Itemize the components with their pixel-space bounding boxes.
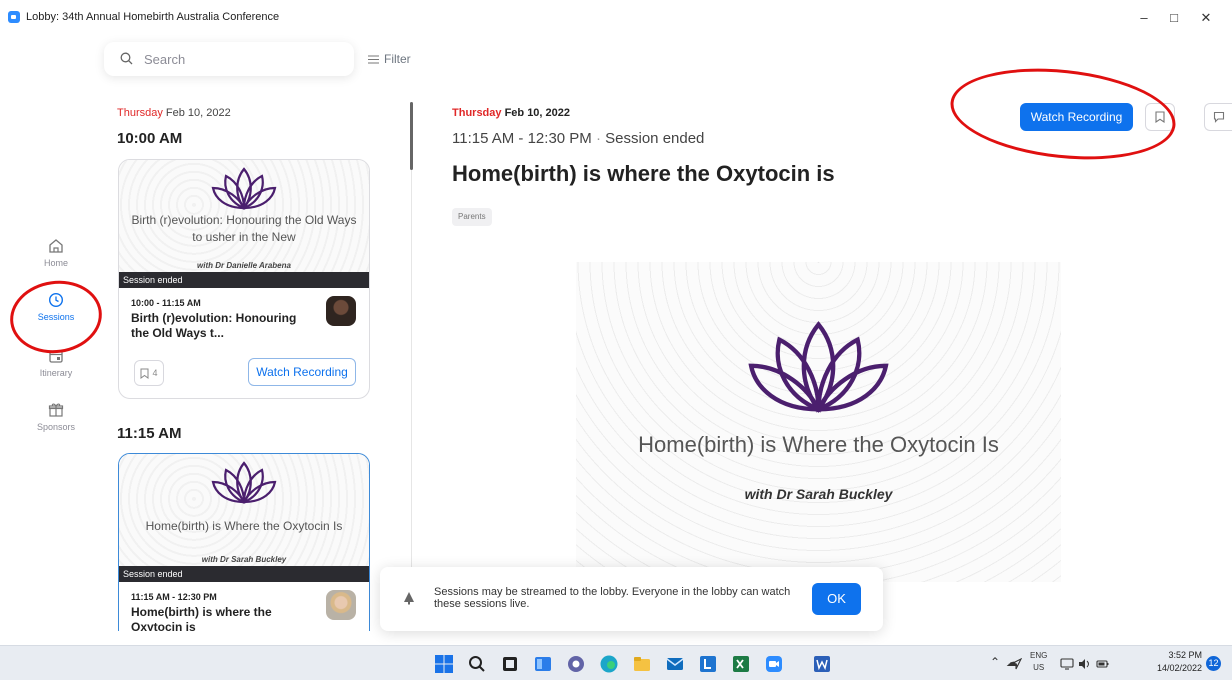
card-session-name: Home(birth) is where the Oxytocin is [131, 605, 272, 631]
network-icon[interactable] [1060, 657, 1074, 671]
filter-icon [368, 55, 379, 63]
taskbar-clock[interactable]: 3:52 PM 14/02/2022 [1152, 649, 1202, 675]
title-bar: Lobby: 34th Annual Homebirth Australia C… [0, 0, 1232, 36]
tray-chevron-icon[interactable]: ⌃ [990, 655, 1000, 669]
window-title: Lobby: 34th Annual Homebirth Australia C… [26, 11, 280, 23]
nav-label-sponsors: Sponsors [36, 422, 76, 432]
banner-speaker: with Dr Sarah Buckley [744, 486, 893, 502]
task-view-icon[interactable] [500, 654, 520, 674]
detail-day: Thursday [452, 107, 502, 119]
ok-button[interactable]: OK [812, 583, 861, 615]
speaker-avatar [326, 296, 356, 326]
home-icon [49, 239, 63, 253]
filter-label: Filter [384, 52, 411, 66]
card-body: 10:00 - 11:15 AM Birth (r)evolution: Hon… [119, 288, 369, 354]
filter-button[interactable]: Filter [368, 52, 411, 66]
detail-time: 11:15 AM - 12:30 PM [452, 130, 592, 147]
list-date-value: Feb 10, 2022 [165, 107, 231, 119]
list-day: Thursday [117, 107, 163, 119]
detail-status: Session ended [605, 130, 705, 147]
clock-date: 14/02/2022 [1156, 663, 1202, 673]
lotus-logo-icon [748, 321, 889, 413]
thumbnail-speaker: with Dr Danielle Arabena [197, 261, 291, 270]
list-date: Thursday Feb 10, 2022 [117, 107, 231, 119]
banner-title: Home(birth) is Where the Oxytocin Is [638, 432, 999, 457]
session-title: Home(birth) is where the Oxytocin is [452, 161, 835, 186]
volume-icon[interactable] [1078, 657, 1092, 671]
panel-divider [411, 170, 412, 630]
search-icon [120, 52, 133, 65]
thumbnail-speaker: with Dr Sarah Buckley [201, 555, 287, 564]
nav-item-sponsors[interactable]: Sponsors [30, 402, 82, 432]
detail-time-status: 11:15 AM - 12:30 PM · Session ended [452, 130, 704, 147]
close-button[interactable]: ✕ [1194, 7, 1218, 29]
nav-label-home: Home [43, 258, 68, 268]
app-l-icon[interactable] [698, 654, 718, 674]
bookmark-icon [140, 368, 149, 379]
separator-dot: · [595, 130, 601, 147]
card-body: 11:15 AM - 12:30 PM Home(birth) is where… [119, 582, 369, 631]
thumbnail-title: Birth (r)evolution: Honouring the Old Wa… [131, 213, 357, 244]
bookmark-button[interactable]: 4 [134, 360, 164, 386]
chat-icon [1213, 111, 1224, 123]
card-time: 11:15 AM - 12:30 PM [131, 592, 217, 602]
thumbnail-title: Home(birth) is Where the Oxytocin Is [145, 519, 343, 533]
session-status-strip: Session ended [119, 566, 369, 582]
session-banner-image: Home(birth) is Where the Oxytocin Is wit… [576, 262, 1061, 582]
megaphone-icon [404, 592, 414, 605]
notification-badge[interactable]: 12 [1206, 656, 1221, 671]
speaker-avatar [326, 590, 356, 620]
minimize-button[interactable]: – [1132, 7, 1156, 29]
lang-top: ENG [1030, 651, 1048, 660]
zoom-icon[interactable] [764, 654, 784, 674]
watch-recording-button[interactable]: Watch Recording [248, 358, 356, 386]
zoom-app-icon [8, 11, 20, 23]
session-thumbnail: Home(birth) is Where the Oxytocin Is wit… [119, 454, 369, 566]
search-placeholder: Search [144, 52, 186, 67]
session-card-selected[interactable]: Home(birth) is Where the Oxytocin Is wit… [118, 453, 370, 631]
windows-taskbar: ⌃ ☁ ENG US 3:52 PM 14/02/2022 12 [0, 645, 1232, 680]
toast-message: Sessions may be streamed to the lobby. E… [434, 586, 791, 610]
nav-label-itinerary: Itinerary [39, 368, 73, 378]
card-session-name: Birth (r)evolution: Honouring the Old Wa… [131, 311, 297, 340]
lang-bottom: US [1033, 663, 1045, 672]
detail-date-value: Feb 10, 2022 [504, 107, 571, 119]
clock-time: 3:52 PM [1168, 650, 1202, 660]
session-thumbnail: Birth (r)evolution: Honouring the Old Wa… [119, 160, 369, 272]
word-icon[interactable] [812, 654, 832, 674]
lotus-logo-icon [211, 167, 277, 210]
search-input[interactable]: Search [104, 42, 354, 76]
card-footer: 4 Watch Recording [119, 354, 369, 398]
bookmark-count: 4 [152, 368, 158, 378]
teams-chat-icon[interactable] [566, 654, 586, 674]
windows-start-icon[interactable] [434, 654, 454, 674]
gift-icon [48, 403, 64, 417]
time-heading: 11:15 AM [117, 425, 182, 442]
chat-button[interactable] [1204, 103, 1232, 131]
lobby-stream-toast: Sessions may be streamed to the lobby. E… [380, 567, 883, 631]
time-heading: 10:00 AM [117, 130, 183, 147]
file-explorer-icon[interactable] [632, 654, 652, 674]
battery-icon[interactable] [1096, 657, 1110, 671]
lotus-logo-icon [211, 461, 277, 504]
search-icon[interactable] [467, 654, 487, 674]
tag-badge: Parents [452, 208, 492, 226]
annotation-circle [5, 274, 107, 360]
detail-date: Thursday Feb 10, 2022 [452, 107, 570, 119]
annotation-circle [946, 58, 1180, 170]
input-language[interactable]: ENG US [1030, 650, 1047, 674]
widgets-icon[interactable] [533, 654, 553, 674]
mail-icon[interactable] [665, 654, 685, 674]
session-card[interactable]: Birth (r)evolution: Honouring the Old Wa… [118, 159, 370, 399]
restore-button[interactable]: □ [1162, 7, 1186, 29]
location-arrow-icon[interactable] [1010, 658, 1022, 670]
session-status-strip: Session ended [119, 272, 369, 288]
list-scrollbar[interactable] [410, 102, 413, 170]
card-time: 10:00 - 11:15 AM [131, 298, 201, 308]
nav-item-home[interactable]: Home [30, 238, 82, 268]
excel-icon[interactable] [731, 654, 751, 674]
edge-browser-icon[interactable] [599, 654, 619, 674]
